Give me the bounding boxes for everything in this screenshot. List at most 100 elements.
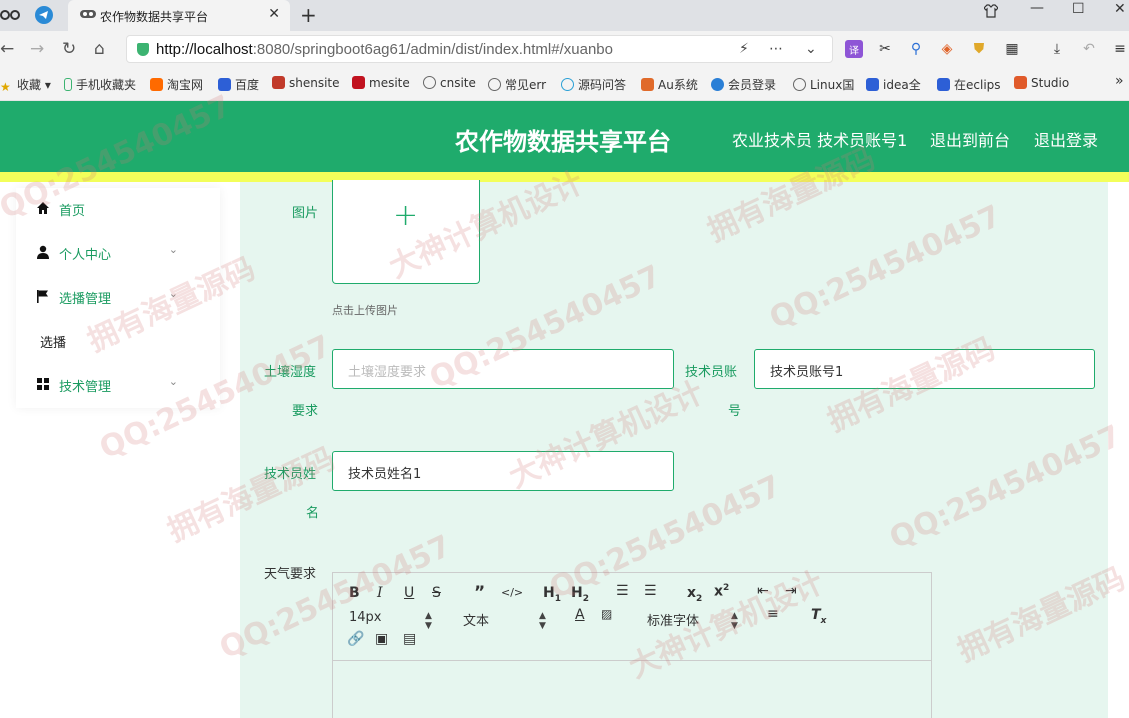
bookmark-item[interactable]: shensite — [272, 76, 340, 90]
home-icon[interactable]: ⌂ — [94, 39, 105, 59]
superscript-icon[interactable]: x2 — [714, 583, 729, 600]
back-to-front-link[interactable]: 退出到前台 — [930, 127, 1010, 151]
gamepad-icon[interactable]: ◈ — [938, 40, 956, 58]
secure-shield-icon — [137, 43, 149, 56]
image-icon[interactable]: ▣ — [375, 631, 388, 647]
editor-toolbar: B I U S ” </> H1 H2 ☰ ☰ x2 x2 ⇤ ⇥ 14px ▲… — [333, 573, 931, 661]
tab-active[interactable]: 农作物数据共享平台 ✕ — [68, 0, 290, 31]
plus-icon: + — [393, 198, 419, 233]
sidebar-item-home[interactable]: 首页 — [16, 190, 192, 226]
bookmark-item[interactable]: Au系统 — [641, 76, 698, 93]
indent-icon[interactable]: ⇥ — [785, 583, 797, 599]
soil-label-line1: 土壤湿度 — [264, 365, 317, 380]
bookmark-item[interactable]: 百度 — [218, 76, 259, 93]
ordered-list-icon[interactable]: ☰ — [616, 583, 629, 599]
italic-icon[interactable]: I — [377, 585, 383, 601]
sidebar-subitem-selection[interactable]: 选播 — [40, 332, 66, 351]
clear-format-icon[interactable]: Tx — [811, 607, 826, 626]
menu-icon[interactable]: ≡ — [1111, 40, 1129, 58]
text-type-select[interactable]: 文本 — [463, 610, 489, 629]
minimize-button[interactable]: — — [1030, 0, 1044, 16]
maximize-button[interactable]: ☐ — [1072, 1, 1085, 17]
back-icon[interactable]: ← — [0, 39, 14, 59]
strikethrough-icon[interactable]: S — [432, 585, 441, 601]
sidebar-item-personal-center[interactable]: 个人中心 ⌄ — [16, 234, 192, 270]
user-icon — [37, 245, 49, 259]
url-text: http://localhost:8080/springboot6ag61/ad… — [156, 41, 613, 58]
tech-account-input[interactable]: 技术员账号1 — [754, 349, 1095, 389]
sidebar-item-label: 首页 — [59, 204, 86, 219]
bookmark-item[interactable]: 常见err — [488, 76, 546, 93]
bookmarks-overflow-icon[interactable]: » — [1115, 73, 1124, 89]
font-family-arrows-icon: ▲ ▼ — [731, 611, 738, 631]
forward-icon[interactable]: → — [30, 39, 44, 59]
logout-link[interactable]: 退出登录 — [1034, 127, 1098, 151]
tech-account-label-line1: 技术员账 — [685, 365, 738, 380]
code-block-icon[interactable]: </> — [501, 586, 523, 599]
bold-icon[interactable]: B — [349, 585, 360, 601]
sidebar-item-selection-management[interactable]: 选播管理 ⌄ — [16, 278, 192, 314]
bookmark-item[interactable]: 在eclips — [937, 76, 1001, 93]
browser-navbar: ← → ↻ ⌂ http://localhost:8080/springboot… — [0, 31, 1129, 67]
scissors-icon[interactable]: ✂ — [876, 40, 894, 58]
outdent-icon[interactable]: ⇤ — [757, 583, 769, 599]
image-upload-box[interactable]: + — [332, 180, 480, 284]
search-extension-icon[interactable]: ⚲ — [907, 40, 925, 58]
undo-icon[interactable]: ↶ — [1080, 40, 1098, 58]
bookmark-item[interactable]: 手机收藏夹 — [64, 76, 136, 93]
dropdown-chevron-icon[interactable]: ⌄ — [805, 41, 817, 57]
close-tab-icon[interactable]: ✕ — [268, 6, 280, 22]
lightning-icon[interactable]: ⚡ — [739, 41, 749, 57]
bookmark-item[interactable]: 会员登录 — [711, 76, 776, 93]
blockquote-icon[interactable]: ” — [474, 583, 485, 603]
bookmark-item[interactable]: idea全 — [866, 76, 921, 93]
bookmark-item[interactable]: 淘宝网 — [150, 76, 203, 93]
soil-humidity-placeholder: 土壤湿度要求 — [348, 365, 427, 380]
reload-icon[interactable]: ↻ — [62, 39, 76, 59]
sidebar-item-label: 个人中心 — [59, 248, 112, 263]
more-icon[interactable]: ⋯ — [769, 41, 783, 57]
bookmark-item[interactable]: Studio — [1014, 76, 1069, 90]
shirt-icon[interactable] — [983, 4, 999, 22]
sidebar-item-tech-management[interactable]: 技术管理 ⌄ — [16, 366, 192, 402]
bullet-list-icon[interactable]: ☰ — [644, 583, 657, 599]
heading2-icon[interactable]: H2 — [571, 585, 589, 604]
home-icon — [37, 202, 49, 214]
right-gutter — [1108, 182, 1129, 718]
font-size-select[interactable]: 14px — [349, 610, 382, 625]
subscript-icon[interactable]: x2 — [687, 585, 702, 604]
rich-text-editor: B I U S ” </> H1 H2 ☰ ☰ x2 x2 ⇤ ⇥ 14px ▲… — [332, 572, 932, 718]
bookmark-item[interactable]: Linux国 — [793, 76, 854, 93]
tech-name-label-line2: 名 — [306, 506, 320, 521]
infinity-icon[interactable] — [0, 5, 20, 25]
align-icon[interactable]: ≡ — [767, 606, 779, 622]
tech-account-value: 技术员账号1 — [770, 365, 844, 380]
chevron-down-icon: ⌄ — [168, 375, 178, 388]
bookmark-item[interactable]: 源码问答 — [561, 76, 626, 93]
font-color-icon[interactable]: A — [575, 607, 585, 623]
apps-grid-icon[interactable]: ▦ — [1003, 40, 1021, 58]
telegram-icon[interactable] — [34, 5, 54, 25]
video-icon[interactable]: ▤ — [403, 631, 416, 647]
address-bar[interactable]: http://localhost:8080/springboot6ag61/ad… — [126, 35, 833, 63]
font-family-select[interactable]: 标准字体 — [647, 610, 699, 629]
download-icon[interactable]: ⤓ — [1048, 40, 1066, 58]
chevron-down-icon: ⌄ — [168, 243, 178, 256]
header-accent-bar — [0, 172, 1129, 182]
heading1-icon[interactable]: H1 — [543, 585, 561, 604]
translate-icon[interactable]: 译 — [845, 40, 863, 58]
sidebar-item-label: 选播管理 — [59, 292, 112, 307]
new-tab-button[interactable]: + — [300, 3, 317, 27]
weather-label: 天气要求 — [264, 567, 317, 582]
tech-name-input[interactable]: 技术员姓名1 — [332, 451, 674, 491]
link-icon[interactable]: 🔗 — [347, 631, 364, 647]
bookmark-item[interactable]: ★ 收藏 ▾ — [0, 76, 51, 94]
shield-extension-icon[interactable]: ⛊ — [970, 40, 988, 58]
bookmark-item[interactable]: mesite — [352, 76, 410, 90]
background-color-icon[interactable]: ▨ — [601, 607, 612, 621]
underline-icon[interactable]: U — [404, 585, 414, 601]
close-window-button[interactable]: ✕ — [1114, 1, 1126, 17]
soil-humidity-input[interactable]: 土壤湿度要求 — [332, 349, 674, 389]
bookmark-item[interactable]: cnsite — [423, 76, 476, 90]
tech-account-label-line2: 号 — [728, 404, 742, 419]
